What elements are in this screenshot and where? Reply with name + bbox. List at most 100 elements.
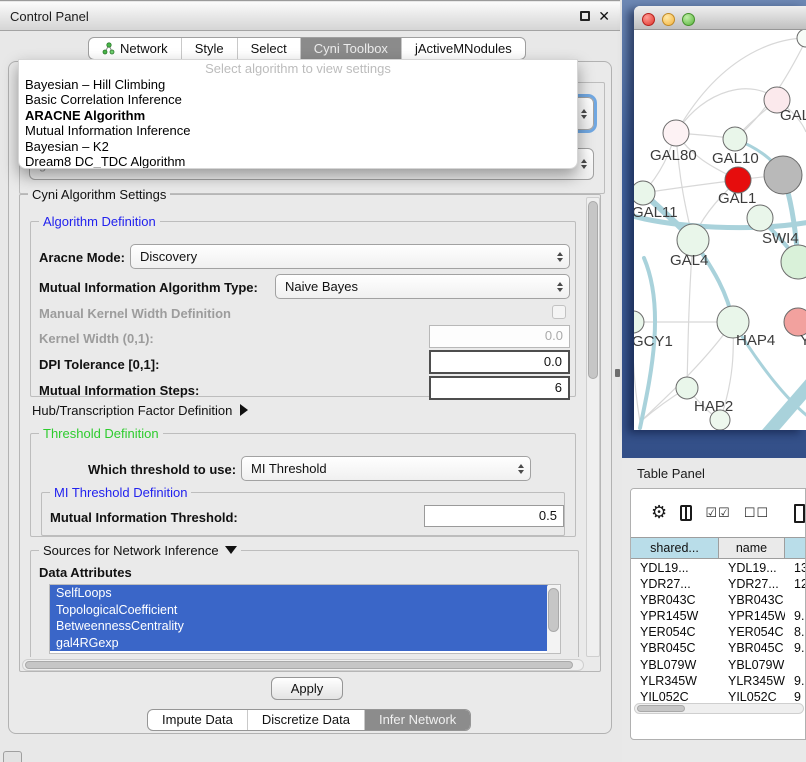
dpi-tolerance-input[interactable]: 0.0 [429, 350, 570, 374]
control-panel-titlebar: Control Panel ✕ [0, 2, 620, 31]
mi-type-combo[interactable]: Naive Bayes [275, 274, 570, 299]
popup-placeholder: Select algorithm to view settings [19, 60, 577, 77]
sources-title[interactable]: Sources for Network Inference [39, 543, 241, 558]
gear-icon[interactable]: ⚙ [651, 504, 667, 522]
network-canvas[interactable]: GAL GAL80 GAL10 GAL1 GAL11 GAL4 SWI4 GCY… [634, 30, 806, 430]
node-label: GAL80 [650, 147, 697, 164]
maximize-traffic-light[interactable] [682, 13, 695, 26]
tab-cyni-toolbox[interactable]: Cyni Toolbox [300, 38, 401, 59]
control-panel-tabbar: Network Style Select Cyni Toolbox jActiv… [88, 37, 526, 60]
close-icon[interactable]: ✕ [598, 11, 610, 21]
settings-horizontal-scrollbar[interactable] [22, 659, 584, 671]
column-header-clipped[interactable]: A [785, 538, 806, 558]
aracne-mode-combo[interactable]: Discovery [130, 244, 570, 269]
mi-steps-input[interactable]: 6 [429, 376, 570, 400]
node-gal10[interactable] [723, 127, 747, 151]
node-hap2[interactable] [676, 377, 698, 399]
popup-item[interactable]: Mutual Information Inference [19, 123, 577, 138]
settings-vertical-scrollbar[interactable] [586, 197, 600, 657]
tab-impute-data[interactable]: Impute Data [148, 710, 247, 730]
network-icon [102, 42, 115, 55]
node-green-right[interactable] [781, 245, 806, 279]
tab-label: jActiveMNodules [415, 41, 512, 56]
node-swi4[interactable] [747, 205, 773, 231]
table-horizontal-scrollbar[interactable] [634, 703, 804, 714]
tab-discretize-data[interactable]: Discretize Data [247, 710, 364, 730]
float-window-icon[interactable] [580, 11, 590, 21]
popup-item[interactable]: Dream8 DC_TDC Algorithm [19, 154, 577, 169]
column-header-shared-name[interactable]: shared... [631, 538, 719, 558]
tab-style[interactable]: Style [181, 38, 237, 59]
mi-steps-label: Mutual Information Steps: [39, 383, 199, 398]
mi-type-value: Naive Bayes [285, 279, 358, 294]
tab-select[interactable]: Select [237, 38, 300, 59]
node-label: GAL11 [634, 204, 678, 221]
list-item[interactable]: TopologicalCoefficient [50, 602, 548, 619]
checked-boxes-icon[interactable]: ☑☑ [705, 506, 730, 521]
manual-kernel-checkbox[interactable] [552, 305, 566, 319]
table-row[interactable]: YPR145WYPR145W9. [631, 608, 806, 624]
table-row[interactable]: YDR27...YDR27...12 [631, 576, 806, 592]
cell: YBR043C [719, 592, 785, 608]
table-row[interactable]: YLR345WYLR345W9. [631, 673, 806, 689]
network-view-window: GAL GAL80 GAL10 GAL1 GAL11 GAL4 SWI4 GCY… [634, 6, 806, 430]
table-row[interactable]: YER054CYER054C8. [631, 624, 806, 640]
sources-title-text: Sources for Network Inference [43, 543, 219, 558]
algorithm-definition-group: Algorithm Definition Aracne Mode: Discov… [30, 221, 576, 397]
cell: YDR27... [719, 576, 785, 592]
aracne-mode-label: Aracne Mode: [39, 250, 125, 265]
tab-network[interactable]: Network [89, 38, 181, 59]
tab-jactivemnodules[interactable]: jActiveMNodules [401, 38, 525, 59]
list-item[interactable]: SelfLoops [50, 585, 548, 602]
popup-item-selected[interactable]: ARACNE Algorithm [19, 108, 577, 123]
minimized-panel-chip[interactable] [3, 751, 22, 762]
node-partial-top-right[interactable] [797, 30, 806, 47]
hub-definition-toggle[interactable]: Hub/Transcription Factor Definition [32, 403, 248, 418]
node-gcy1[interactable] [634, 311, 644, 333]
cell [785, 592, 806, 608]
tab-label: Network [120, 41, 168, 56]
cell: 8. [785, 624, 806, 640]
table-row[interactable]: YBR043CYBR043C [631, 592, 806, 608]
popup-item[interactable]: Bayesian – K2 [19, 139, 577, 154]
table-row[interactable]: YBR045CYBR045C9. [631, 640, 806, 656]
node-gal11[interactable] [634, 181, 655, 205]
expand-right-icon [240, 404, 248, 416]
which-threshold-combo[interactable]: MI Threshold [241, 456, 531, 481]
unchecked-boxes-icon[interactable]: ☐☐ [744, 506, 769, 521]
node-label: GAL [780, 107, 806, 124]
minimize-traffic-light[interactable] [662, 13, 675, 26]
mi-threshold-input[interactable]: 0.5 [424, 505, 564, 527]
panel-splitter-handle[interactable] [615, 369, 620, 377]
table-row[interactable]: YBL079WYBL079W [631, 657, 806, 673]
columns-icon[interactable] [680, 505, 692, 521]
list-item[interactable]: gal4RGexp [50, 635, 548, 652]
collapse-down-icon [225, 546, 237, 554]
document-icon[interactable] [794, 504, 805, 523]
node-gray[interactable] [764, 156, 802, 194]
node-label: GCY1 [634, 333, 673, 350]
mi-threshold-label: Mutual Information Threshold: [50, 510, 238, 525]
list-vertical-scrollbar[interactable] [547, 585, 560, 654]
combo-arrows-icon [551, 252, 563, 262]
tab-infer-network[interactable]: Infer Network [364, 710, 470, 730]
popup-item[interactable]: Basic Correlation Inference [19, 92, 577, 107]
node-gal80[interactable] [663, 120, 689, 146]
list-item[interactable]: BetweennessCentrality [50, 618, 548, 635]
control-panel-window: Control Panel ✕ Network Style Select Cyn [0, 0, 620, 762]
kernel-width-input[interactable]: 0.0 [429, 325, 570, 348]
cell: YPR145W [631, 608, 719, 624]
table-header: shared... name A [631, 537, 806, 559]
column-header-name[interactable]: name [719, 538, 785, 558]
close-traffic-light[interactable] [642, 13, 655, 26]
cell: YLR345W [719, 673, 785, 689]
sources-group: Sources for Network Inference Data Attri… [30, 550, 579, 657]
bottom-tabbar: Impute Data Discretize Data Infer Networ… [147, 709, 471, 731]
apply-button[interactable]: Apply [271, 677, 343, 700]
popup-item[interactable]: Bayesian – Hill Climbing [19, 77, 577, 92]
table-row[interactable]: YDL19...YDL19...13 [631, 560, 806, 576]
node-label: Y [800, 332, 806, 349]
cell: YER054C [719, 624, 785, 640]
kernel-width-label: Kernel Width (0,1): [39, 331, 154, 346]
network-window-titlebar[interactable] [634, 6, 806, 30]
